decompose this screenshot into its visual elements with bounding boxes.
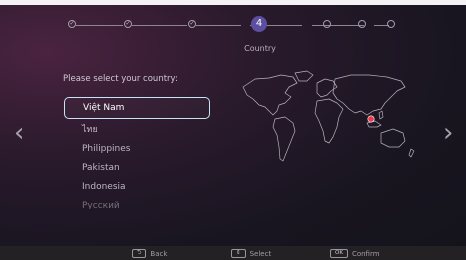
stepper-connector — [312, 25, 364, 26]
map-australia — [380, 128, 406, 148]
country-item-pakistan[interactable]: Pakistan — [64, 159, 210, 178]
stepper-connector — [76, 25, 123, 26]
hint-back-label: Back — [150, 249, 168, 258]
step-3-completed-icon: ✓ — [188, 20, 196, 28]
ok-key-icon: OK — [330, 249, 348, 258]
current-step-label: Country — [244, 44, 276, 53]
world-map — [242, 70, 415, 162]
map-philippines — [378, 110, 384, 120]
map-africa — [314, 98, 344, 144]
step-4-current: 4 — [251, 16, 267, 32]
country-item-indonesia[interactable]: Indonesia — [64, 178, 210, 197]
map-south-america — [272, 116, 296, 162]
setup-stepper: ✓ ✓ ✓ 4 — [68, 16, 395, 39]
hint-select: ⇕ Select — [231, 249, 271, 258]
map-greenland — [294, 70, 314, 82]
location-marker-icon — [367, 115, 375, 123]
step-1-completed-icon: ✓ — [68, 20, 76, 28]
top-bar — [0, 0, 466, 5]
country-item-vietnam[interactable]: Việt Nam — [64, 97, 210, 119]
country-item-philippines[interactable]: Philippines — [64, 140, 210, 159]
chevron-left-icon[interactable]: ‹ — [14, 118, 24, 148]
map-new-zealand — [408, 148, 415, 158]
country-item-thailand[interactable]: ไทย — [64, 121, 210, 140]
hint-back: ⮌ Back — [132, 249, 167, 258]
stepper-connector — [132, 25, 187, 26]
stepper-connector — [196, 25, 241, 26]
hint-select-label: Select — [249, 249, 272, 258]
step-6-pending-icon — [358, 20, 366, 28]
step-2-completed-icon: ✓ — [124, 20, 132, 28]
step-7-pending-icon — [387, 20, 395, 28]
chevron-right-icon[interactable]: › — [443, 118, 453, 148]
hint-confirm: OK Confirm — [330, 249, 380, 258]
map-asia — [332, 74, 406, 116]
country-list: Việt Nam ไทย Philippines Pakistan Indone… — [64, 97, 210, 209]
country-prompt: Please select your country: — [63, 74, 178, 84]
bottom-hint-bar: ⮌ Back ⇕ Select OK Confirm — [0, 246, 466, 260]
map-north-america — [242, 74, 298, 116]
country-item-russian[interactable]: Русский — [64, 197, 210, 209]
hint-confirm-label: Confirm — [351, 249, 380, 258]
back-key-icon: ⮌ — [132, 249, 147, 258]
updown-key-icon: ⇕ — [231, 249, 246, 258]
step-5-pending-icon — [323, 20, 331, 28]
